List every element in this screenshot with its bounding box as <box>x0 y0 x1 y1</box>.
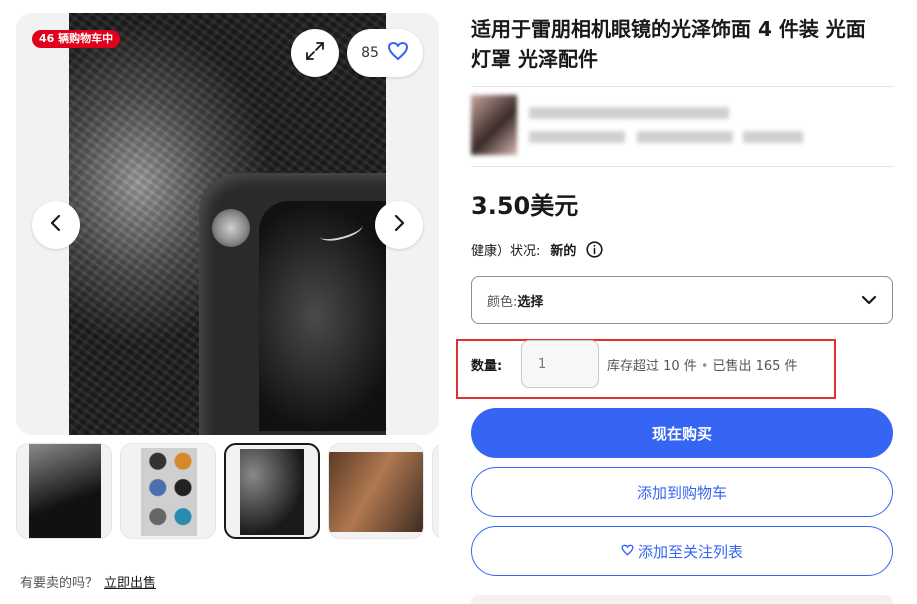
avatar <box>471 95 517 155</box>
thumbnail-4[interactable] <box>328 443 424 539</box>
favorite-button[interactable]: 85 <box>347 29 423 77</box>
sell-now-link[interactable]: 立即出售 <box>104 576 156 591</box>
add-to-watchlist-button[interactable]: 添加至关注列表 <box>471 526 893 576</box>
thumbnail-strip <box>16 443 439 540</box>
divider <box>471 166 893 167</box>
product-title: 适用于雷朋相机眼镜的光泽饰面 4 件装 光面 灯罩 光泽配件 <box>471 17 866 71</box>
color-select-label: 颜色: <box>487 294 518 310</box>
divider <box>471 86 893 87</box>
quantity-label: 数量: <box>471 359 503 374</box>
price: 3.50美元 <box>471 192 579 220</box>
seller-info-blurred[interactable] <box>471 95 811 159</box>
next-image-button[interactable] <box>375 201 423 249</box>
condition-value: 新的 <box>550 244 577 259</box>
sell-prompt-text: 有要卖的吗？ <box>20 576 99 591</box>
favorite-count: 85 <box>361 45 379 61</box>
add-to-watchlist-label: 添加至关注列表 <box>637 542 743 561</box>
thumbnail-3-selected[interactable] <box>224 443 320 539</box>
buy-now-button[interactable]: 现在购买 <box>471 408 893 458</box>
stock-info: 库存超过 10 件 • 已售出 165 件 <box>607 355 798 374</box>
heart-outline-icon <box>387 41 409 65</box>
expand-image-button[interactable] <box>291 29 339 77</box>
color-select[interactable]: 颜色: 选择 <box>471 276 893 324</box>
thumbnail-5[interactable] <box>432 443 439 539</box>
condition-label: 健康）状况: <box>471 244 541 259</box>
expand-icon <box>304 40 326 66</box>
stock-available: 库存超过 10 件 <box>607 359 697 374</box>
chevron-right-icon <box>392 213 406 237</box>
stock-sold: 已售出 165 件 <box>712 359 798 374</box>
info-icon[interactable] <box>586 241 604 258</box>
heart-outline-icon <box>621 542 634 560</box>
add-to-cart-button[interactable]: 添加到购物车 <box>471 467 893 517</box>
condition-row: 健康）状况: 新的 <box>471 240 604 259</box>
quantity-input[interactable] <box>521 340 599 388</box>
thumbnail-1[interactable] <box>16 443 112 539</box>
sell-prompt: 有要卖的吗？ 立即出售 <box>20 572 156 591</box>
product-photo <box>69 13 386 435</box>
in-carts-badge: 46 辆购物车中 <box>32 30 121 48</box>
chevron-down-icon <box>860 291 878 309</box>
stock-separator: • <box>700 359 709 374</box>
next-section-edge <box>471 595 893 604</box>
previous-image-button[interactable] <box>32 201 80 249</box>
chevron-left-icon <box>49 213 63 237</box>
thumbnail-2[interactable] <box>120 443 216 539</box>
color-select-value: 选择 <box>517 294 544 310</box>
